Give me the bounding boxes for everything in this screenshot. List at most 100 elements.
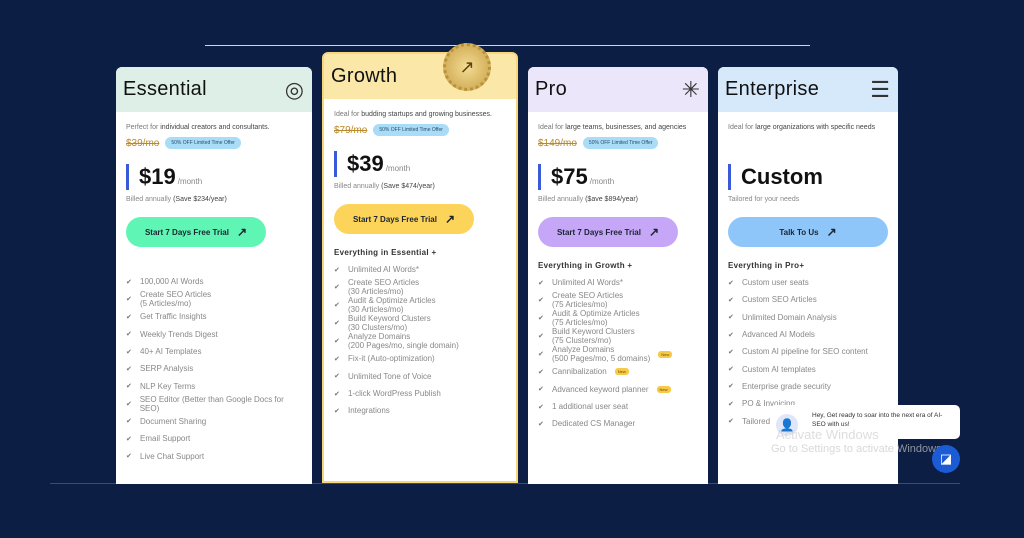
discount-badge: 50% OFF Limited Time Offer (165, 137, 241, 149)
check-icon: ✔ (728, 296, 734, 304)
feature-item: ✔ Custom AI templates (728, 360, 888, 377)
plan-name: Growth (331, 65, 398, 87)
feature-item: ✔ Create SEO Articles (75 Articles/mo) (538, 291, 698, 309)
feature-text: SERP Analysis (140, 364, 194, 374)
feature-subtext: (200 Pages/mo, single domain) (348, 341, 459, 351)
feature-text: Fix-it (Auto-optimization) (348, 354, 435, 364)
billing-savings: (Save $234/year) (173, 196, 227, 203)
feature-subtext: (75 Articles/mo) (552, 318, 608, 328)
billing-text: Billed annually (126, 196, 174, 203)
feature-item: ✔ Unlimited AI Words* (538, 274, 698, 291)
feature-text: Email Support (140, 434, 191, 444)
original-price: $39/mo (126, 137, 160, 149)
feature-text: SEO Editor (Better than Google Docs for … (139, 394, 284, 413)
feature-item: ✔ Unlimited AI Words* (334, 261, 506, 278)
check-icon: ✔ (334, 284, 340, 292)
start-trial-button[interactable]: Start 7 Days Free Trial ↗ (538, 217, 678, 247)
feature-text: Weekly Trends Digest (140, 329, 218, 339)
button-label: Start 7 Days Free Trial (556, 227, 641, 237)
plan-description: Ideal for budding startups and growing b… (334, 111, 506, 118)
check-icon: ✔ (126, 365, 132, 373)
check-icon: ✔ (538, 351, 544, 359)
price-value: Custom (741, 164, 823, 189)
billing-savings: ($ave $894/year) (585, 196, 639, 203)
start-trial-button[interactable]: Start 7 Days Free Trial ↗ (126, 217, 266, 247)
new-badge: New (656, 385, 671, 393)
feature-item: ✔ Custom user seats (728, 274, 888, 291)
feature-item: ✔ Custom AI pipeline for SEO content (728, 343, 888, 360)
feature-item: ✔ Create SEO Articles (30 Articles/mo) (334, 278, 506, 296)
popular-seal-badge: ↗ (443, 43, 491, 91)
check-icon: ✔ (126, 331, 132, 339)
feature-item: ✔ Integrations (334, 402, 506, 419)
check-icon: ✔ (126, 453, 132, 461)
plan-description: Perfect for individual creators and cons… (126, 124, 302, 131)
price-value: $19 (139, 164, 176, 189)
feature-subtext: (30 Articles/mo) (348, 287, 404, 297)
price-period: /month (177, 177, 203, 186)
check-icon: ✔ (728, 314, 734, 322)
feature-item: ✔ Email Support (126, 430, 302, 447)
check-icon: ✔ (126, 418, 132, 426)
plan-card-pro: Pro ✳ Ideal for large teams, businesses,… (528, 67, 708, 484)
check-icon: ✔ (538, 297, 544, 305)
discount-badge: 50% OFF Limited Time Offer (373, 124, 449, 136)
feature-text: Unlimited AI Words* (552, 278, 623, 288)
feature-item: ✔ Advanced AI Models (728, 326, 888, 343)
feature-item: ✔ Unlimited Tone of Voice (334, 368, 506, 385)
check-icon: ✔ (728, 400, 734, 408)
plan-header: Pro ✳ (528, 67, 708, 112)
desc-text: Ideal for (538, 124, 566, 131)
check-icon: ✔ (334, 320, 340, 328)
check-icon: ✔ (538, 420, 544, 428)
arrow-up-right-icon: ↗ (826, 225, 837, 239)
button-label: Talk To Us (779, 227, 819, 237)
check-icon: ✔ (728, 331, 734, 339)
everything-in-label: Everything in Essential + (334, 248, 437, 257)
check-icon: ✔ (126, 400, 132, 408)
feature-text: Build Keyword Clusters (552, 327, 635, 337)
check-icon: ✔ (538, 386, 544, 394)
chat-launcher-button[interactable]: ◪ (932, 445, 960, 473)
desc-bold: individual creators and consultants. (160, 124, 270, 131)
feature-item: ✔ SEO Editor (Better than Google Docs for… (126, 395, 302, 413)
billing-note: Billed annually ($ave $894/year) (538, 196, 698, 203)
feature-item: ✔ 100,000 AI Words (126, 273, 302, 290)
start-trial-button[interactable]: Start 7 Days Free Trial ↗ (334, 204, 474, 234)
original-price: $79/mo (334, 124, 368, 136)
check-icon: ✔ (538, 279, 544, 287)
check-icon: ✔ (538, 333, 544, 341)
price-period: /month (385, 164, 411, 173)
feature-list: ✔ Unlimited AI Words* ✔ Create SEO Articles… (538, 274, 698, 432)
feature-text: Unlimited Domain Analysis (742, 312, 837, 322)
chat-message: Hey, Get ready to soar into the next era… (812, 412, 943, 428)
feature-text: Custom AI templates (742, 364, 816, 374)
check-icon: ✔ (126, 296, 132, 304)
feature-item: ✔ Cannibalization New (538, 363, 698, 380)
feature-item: ✔ Document Sharing (126, 413, 302, 430)
desc-text: Ideal for (728, 124, 756, 131)
talk-to-us-button[interactable]: Talk To Us ↗ (728, 217, 888, 247)
check-icon: ✔ (728, 348, 734, 356)
arrow-up-right-icon: ↗ (459, 56, 475, 77)
feature-subtext: (30 Articles/mo) (348, 305, 404, 315)
price: $39/month (334, 151, 506, 177)
everything-in-label: Everything in Pro+ (728, 261, 805, 270)
feature-list: ✔ Unlimited AI Words* ✔ Create SEO Articles… (334, 261, 506, 419)
desc-bold: budding startups and growing businesses. (361, 111, 493, 118)
check-icon: ✔ (728, 418, 734, 426)
feature-subtext: (5 Articles/mo) (140, 299, 192, 309)
desc-text: Perfect for (126, 124, 161, 131)
plan-name: Pro (535, 78, 568, 100)
feature-item: ✔ Build Keyword Clusters (30 Clusters/mo) (334, 314, 506, 332)
check-icon: ✔ (728, 383, 734, 391)
feature-item: ✔ Analyze Domains (200 Pages/mo, single do… (334, 332, 506, 350)
feature-text: NLP Key Terms (140, 381, 196, 391)
feature-text: Cannibalization (552, 367, 607, 377)
check-icon: ✔ (126, 435, 132, 443)
feature-item: ✔ Advanced keyword planner New (538, 381, 698, 398)
feature-text: 1-click WordPress Publish (348, 389, 441, 399)
check-icon: ✔ (538, 368, 544, 376)
feature-text: Custom user seats (742, 278, 809, 288)
new-badge: New (614, 368, 629, 376)
